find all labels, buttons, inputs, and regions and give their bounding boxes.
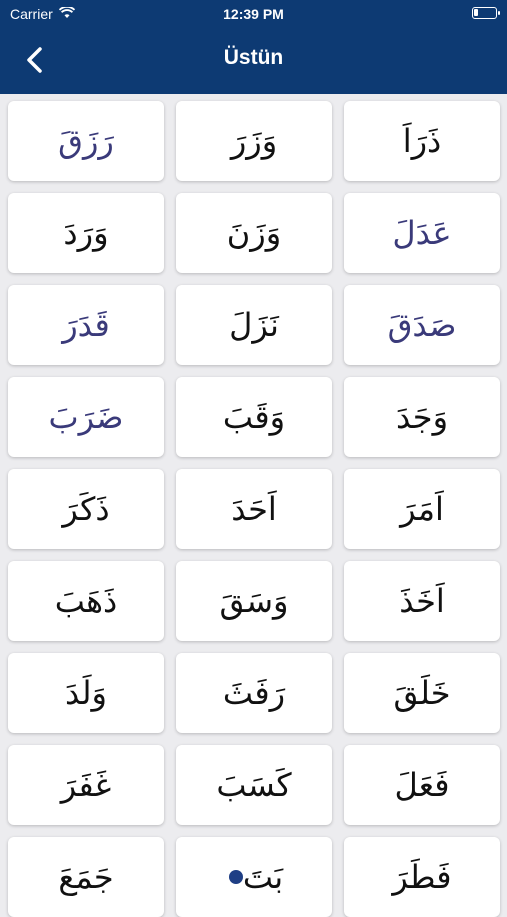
word-card[interactable]: وَرَدَ [8, 193, 164, 273]
highlight-dot-icon [228, 870, 243, 884]
word-card[interactable]: نَزَلَ [176, 285, 332, 365]
nav-bar: Üstün [0, 28, 507, 94]
word-text: ذَكَرَ [62, 490, 110, 528]
word-text: وَزَنَ [226, 214, 282, 252]
word-text: رَزَقَ [58, 122, 114, 160]
word-grid: رَزَقَ وَزَرَ ذَرَاَ وَرَدَ وَزَنَ عَدَلَ قَدَ… [8, 101, 500, 917]
word-card[interactable]: وَلَدَ [8, 653, 164, 733]
word-card[interactable]: وَجَدَ [344, 377, 500, 457]
battery-icon [472, 7, 500, 19]
word-text: اَخَذَ [399, 582, 445, 620]
word-card[interactable]: غَفَرَ [8, 745, 164, 825]
word-text: فَطَرَ [392, 858, 452, 896]
word-card[interactable]: ذَكَرَ [8, 469, 164, 549]
word-card[interactable]: عَدَلَ [344, 193, 500, 273]
word-text: غَفَرَ [60, 766, 112, 804]
word-card[interactable]: اَخَذَ [344, 561, 500, 641]
word-text: فَعَلَ [394, 766, 450, 804]
word-card[interactable]: وَزَرَ [176, 101, 332, 181]
word-card[interactable]: بَتَ [176, 837, 332, 917]
word-card[interactable]: رَزَقَ [8, 101, 164, 181]
word-text: وَقَبَ [222, 398, 286, 436]
word-text: ضَرَبَ [48, 398, 124, 436]
word-text: نَزَلَ [229, 306, 279, 344]
word-text: اَمَرَ [400, 490, 444, 528]
word-text: وَرَدَ [63, 214, 109, 252]
word-text: خَلَقَ [393, 674, 451, 712]
word-card[interactable]: ذَرَاَ [344, 101, 500, 181]
status-bar: Carrier 12:39 PM [0, 0, 507, 28]
word-card[interactable]: صَدَقَ [344, 285, 500, 365]
word-card[interactable]: وَقَبَ [176, 377, 332, 457]
word-card[interactable]: رَفَثَ [176, 653, 332, 733]
word-text: بَتَ [242, 858, 284, 896]
word-text: ذَهَبَ [54, 582, 118, 620]
word-text: رَفَثَ [222, 674, 286, 712]
word-text: قَدَرَ [62, 306, 110, 344]
word-text: وَزَرَ [230, 122, 278, 160]
clock: 12:39 PM [223, 6, 284, 22]
word-card[interactable]: خَلَقَ [344, 653, 500, 733]
page-title: Üstün [223, 46, 284, 69]
word-card[interactable]: فَطَرَ [344, 837, 500, 917]
word-card[interactable]: وَسَقَ [176, 561, 332, 641]
word-card[interactable]: وَزَنَ [176, 193, 332, 273]
word-card[interactable]: ذَهَبَ [8, 561, 164, 641]
word-card[interactable]: فَعَلَ [344, 745, 500, 825]
word-text: صَدَقَ [387, 306, 457, 344]
word-card[interactable]: ضَرَبَ [8, 377, 164, 457]
word-text: وَلَدَ [65, 674, 107, 712]
word-text: عَدَلَ [392, 214, 452, 252]
word-card[interactable]: كَسَبَ [176, 745, 332, 825]
word-card[interactable]: قَدَرَ [8, 285, 164, 365]
word-card[interactable]: جَمَعَ [8, 837, 164, 917]
word-text: وَجَدَ [395, 398, 449, 436]
word-text: وَسَقَ [219, 582, 289, 620]
word-text: ذَرَاَ [402, 122, 442, 160]
word-text: كَسَبَ [216, 766, 292, 804]
word-card[interactable]: اَحَدَ [176, 469, 332, 549]
word-text: جَمَعَ [58, 858, 114, 896]
word-text: اَحَدَ [231, 490, 277, 528]
word-card[interactable]: اَمَرَ [344, 469, 500, 549]
